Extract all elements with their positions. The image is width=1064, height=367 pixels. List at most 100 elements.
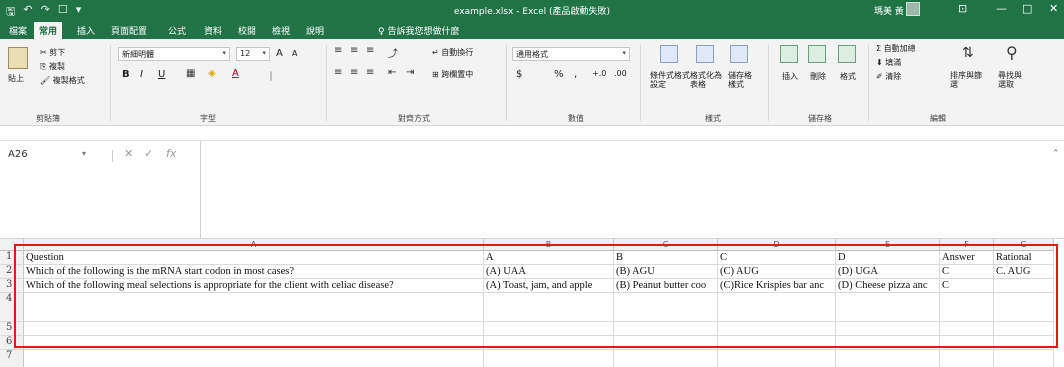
insert-button[interactable]: 插入	[782, 71, 798, 82]
comma-button[interactable]: ,	[574, 69, 577, 80]
scissors-icon: ✂	[40, 48, 50, 57]
fill-button[interactable]: ⬇ 填滿	[876, 57, 901, 68]
decrease-indent-icon[interactable]: ⇤	[388, 67, 396, 78]
close-icon[interactable]: ✕	[1049, 2, 1058, 15]
conditional-formatting-icon[interactable]	[660, 45, 678, 63]
font-size-select[interactable]: 12 ▾	[236, 47, 270, 61]
sort-filter-icon[interactable]: ⇅	[962, 45, 974, 61]
formula-input[interactable]	[200, 141, 1064, 239]
cell-d7[interactable]	[718, 350, 836, 367]
decrease-decimal-button[interactable]: .00	[614, 69, 627, 78]
chevron-down-icon: ▾	[222, 49, 226, 57]
conditional-formatting-button[interactable]: 條件式格式設定	[650, 71, 690, 89]
align-middle-icon[interactable]: ≡	[350, 45, 358, 56]
underline-button[interactable]: U	[158, 69, 165, 80]
bold-button[interactable]: B	[122, 69, 130, 80]
ribbon: 貼上 ✂ 剪下 ⎘ 複製 🖌 複製格式 剪貼簿 新細明體 ▾ 12 ▾ A A B …	[0, 39, 1064, 126]
chevron-up-icon[interactable]: ⌃	[1052, 149, 1060, 159]
group-divider	[506, 45, 507, 121]
eraser-icon: ✐	[876, 72, 886, 81]
format-button[interactable]: 格式	[840, 71, 856, 82]
tab-data[interactable]: 資料	[199, 22, 227, 39]
chevron-down-icon: ▾	[262, 49, 266, 57]
cell-a7[interactable]	[24, 350, 484, 367]
cancel-icon[interactable]: ✕	[124, 147, 133, 160]
enter-icon[interactable]: ✓	[144, 147, 153, 160]
align-bottom-icon[interactable]: ≡	[366, 45, 374, 56]
tab-page-layout[interactable]: 頁面配置	[106, 22, 152, 39]
tab-review[interactable]: 校閱	[233, 22, 261, 39]
user-name[interactable]: 瑪美 黃	[874, 4, 904, 17]
align-left-icon[interactable]: ≡	[334, 67, 342, 78]
wrap-icon: ↵	[432, 48, 442, 57]
avatar[interactable]	[906, 2, 920, 16]
minimize-icon[interactable]: —	[996, 2, 1007, 15]
font-name-select[interactable]: 新細明體 ▾	[118, 47, 230, 61]
italic-button[interactable]: I	[140, 69, 143, 80]
insert-cells-icon[interactable]	[780, 45, 798, 63]
tab-help[interactable]: 說明	[301, 22, 329, 39]
tab-insert[interactable]: 插入	[72, 22, 100, 39]
tab-formulas[interactable]: 公式	[163, 22, 191, 39]
cell-e7[interactable]	[836, 350, 940, 367]
tab-view[interactable]: 檢視	[267, 22, 295, 39]
font-group-label: 字型	[200, 114, 216, 123]
cell-g7[interactable]	[994, 350, 1054, 367]
find-select-button[interactable]: 尋找與選取	[998, 71, 1028, 89]
tell-me-search[interactable]: ♀ 告訴我您想做什麼	[378, 24, 459, 37]
font-color-icon[interactable]: A	[232, 68, 239, 79]
wrap-text-button[interactable]: ↵ 自動換行	[432, 47, 473, 58]
tab-file[interactable]: 檔案	[4, 22, 32, 39]
align-right-icon[interactable]: ≡	[366, 67, 374, 78]
styles-group-label: 樣式	[705, 114, 721, 123]
increase-decimal-button[interactable]: +.0	[592, 69, 606, 78]
group-divider	[868, 45, 869, 121]
paste-button[interactable]: 貼上	[8, 73, 24, 84]
merge-icon: ⊞	[432, 70, 442, 79]
cell-styles-icon[interactable]	[730, 45, 748, 63]
border-icon[interactable]: ▦	[186, 68, 195, 79]
copy-button[interactable]: ⎘ 複製	[40, 61, 65, 72]
delete-button[interactable]: 刪除	[810, 71, 826, 82]
maximize-icon[interactable]: □	[1022, 2, 1032, 15]
cell-f7[interactable]	[940, 350, 994, 367]
format-as-table-icon[interactable]	[696, 45, 714, 63]
group-divider	[640, 45, 641, 121]
ribbon-display-options-icon[interactable]: ⊡	[958, 2, 967, 15]
shrink-font-button[interactable]: A	[292, 49, 297, 58]
align-center-icon[interactable]: ≡	[350, 67, 358, 78]
cell-styles-button[interactable]: 儲存格樣式	[728, 71, 758, 89]
autosum-button[interactable]: Σ 自動加總	[876, 43, 916, 54]
group-divider	[110, 45, 111, 121]
formula-divider	[112, 150, 113, 162]
editing-group-label: 編輯	[930, 114, 946, 123]
currency-button[interactable]: $	[516, 69, 522, 80]
search-icon[interactable]: ⚲	[1006, 43, 1018, 62]
align-top-icon[interactable]: ≡	[334, 45, 342, 56]
cell-c7[interactable]	[614, 350, 718, 367]
orientation-icon[interactable]: ⤴	[388, 45, 398, 60]
phonetic-icon[interactable]: 丨	[266, 68, 276, 83]
merge-center-button[interactable]: ⊞ 跨欄置中	[432, 69, 473, 80]
increase-indent-icon[interactable]: ⇥	[406, 67, 414, 78]
grow-font-button[interactable]: A	[276, 48, 283, 59]
group-divider	[768, 45, 769, 121]
cut-button[interactable]: ✂ 剪下	[40, 47, 65, 58]
format-painter-button[interactable]: 🖌 複製格式	[40, 75, 85, 86]
insert-function-icon[interactable]: fx	[166, 147, 176, 160]
clear-button[interactable]: ✐ 清除	[876, 71, 901, 82]
delete-cells-icon[interactable]	[808, 45, 826, 63]
tab-home[interactable]: 常用	[34, 22, 63, 39]
cell-b7[interactable]	[484, 350, 614, 367]
row-header[interactable]: 7	[0, 350, 24, 367]
name-box[interactable]: A26 ▾	[4, 147, 96, 165]
number-format-select[interactable]: 通用格式 ▾	[512, 47, 630, 61]
format-as-table-button[interactable]: 格式化為表格	[690, 71, 726, 89]
fill-color-icon[interactable]: ◈	[208, 68, 216, 79]
sort-filter-button[interactable]: 排序與篩選	[950, 71, 988, 89]
format-cells-icon[interactable]	[838, 45, 856, 63]
paste-icon[interactable]	[8, 47, 28, 69]
cells-group-label: 儲存格	[808, 114, 832, 123]
percent-button[interactable]: %	[554, 69, 564, 80]
ribbon-tabs: 檔案 常用 插入 頁面配置 公式 資料 校閱 檢視 說明 ♀ 告訴我您想做什麼	[0, 20, 1064, 52]
